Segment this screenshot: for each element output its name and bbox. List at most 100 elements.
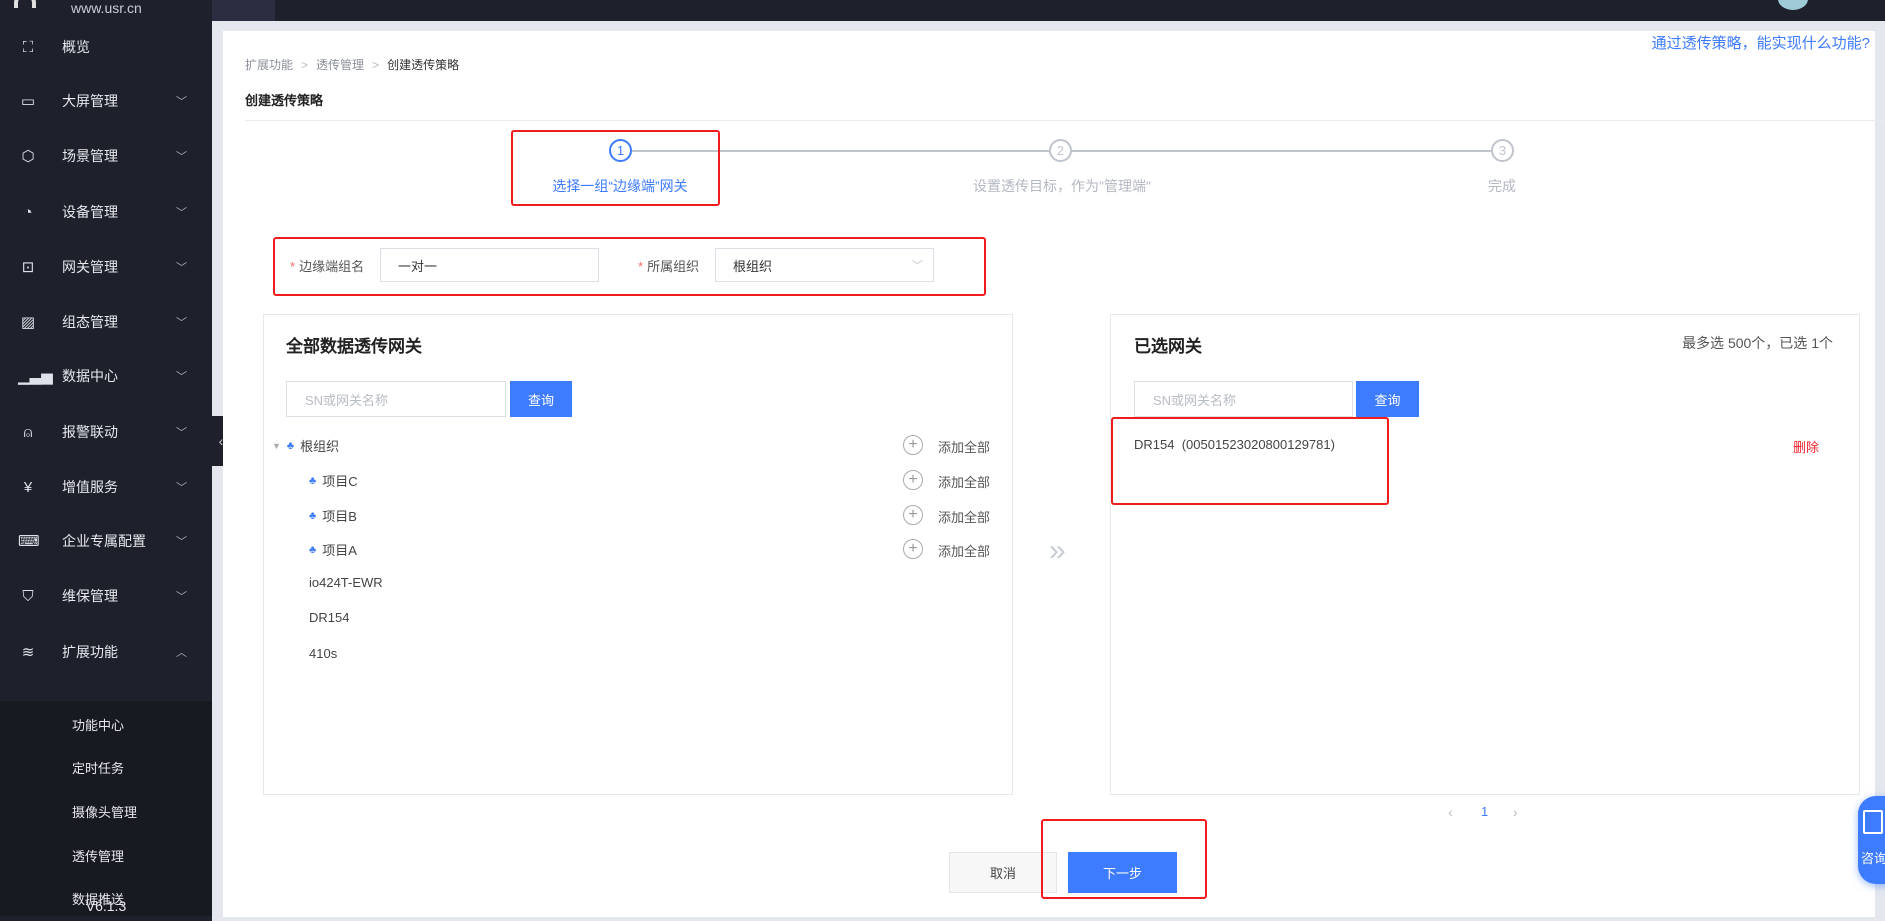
breadcrumb: 扩展功能 > 透传管理 > 创建透传策略 — [245, 56, 459, 73]
sidebar-item-config[interactable]: ▨ 组态管理 ﹀ — [0, 302, 212, 342]
breadcrumb-separator-icon: > — [372, 58, 380, 72]
org-select[interactable]: 根组织 ﹀ — [715, 248, 934, 282]
cube-icon: ⬡ — [21, 148, 35, 165]
selected-gateways-title: 已选网关 — [1134, 337, 1202, 356]
highlight-box — [511, 130, 720, 206]
chevron-down-icon: ﹀ — [176, 96, 187, 108]
add-all-button[interactable]: 添加全部 — [938, 437, 990, 456]
sidebar-item-enterprise[interactable]: ⌨ 企业专属配置 ﹀ — [0, 521, 212, 561]
breadcrumb-item[interactable]: 扩展功能 — [245, 58, 293, 72]
add-all-button[interactable]: 添加全部 — [938, 541, 990, 560]
image-icon: ▨ — [20, 314, 36, 331]
add-circle-icon[interactable]: + — [903, 539, 923, 559]
sidebar-item-scene[interactable]: ⬡ 场景管理 ﹀ — [0, 136, 212, 176]
overview-icon: ⛶ — [22, 38, 34, 56]
tree-node-org[interactable]: ♣ 项目C — [309, 471, 358, 490]
sidebar-item-extension[interactable]: ≋ 扩展功能 ︿ — [0, 632, 212, 672]
tree-node-org[interactable]: ♣ 项目B — [309, 506, 357, 525]
step-2-label: 设置透传目标，作为"管理端" — [973, 178, 1151, 194]
step-2-circle: 2 — [1049, 139, 1072, 162]
breadcrumb-item[interactable]: 透传管理 — [316, 58, 364, 72]
step-connector — [1071, 150, 1491, 152]
caret-down-icon: ▼ — [272, 440, 281, 451]
sidebar-item-overview[interactable]: ⛶ 概览 — [0, 27, 212, 67]
submenu-item-passthrough[interactable]: 透传管理 — [72, 846, 124, 865]
all-gateways-title: 全部数据透传网关 — [286, 337, 422, 356]
sidebar-item-maintenance[interactable]: ⛉ 维保管理 ﹀ — [0, 576, 212, 616]
sidebar-item-device[interactable]: ◔ 设备管理 ﹀ — [0, 192, 212, 232]
next-page-button[interactable]: › — [1513, 804, 1518, 820]
sidebar-item-alarm[interactable]: ⍝ 报警联动 ﹀ — [0, 412, 212, 452]
sidebar-item-value[interactable]: ¥ 增值服务 ﹀ — [0, 467, 212, 507]
top-bar-block — [212, 0, 275, 21]
group-name-label: * 边缘端组名 — [290, 259, 365, 274]
chevron-up-icon: ︿ — [176, 647, 187, 659]
document-icon — [1863, 810, 1883, 834]
layers-icon: ≋ — [21, 644, 35, 661]
submenu-item-scheduled-tasks[interactable]: 定时任务 — [72, 758, 124, 777]
chevron-down-icon: ﹀ — [176, 591, 187, 603]
user-avatar[interactable] — [1778, 0, 1808, 10]
add-circle-icon[interactable]: + — [903, 505, 923, 525]
chevron-down-icon: ﹀ — [176, 371, 187, 383]
chevron-down-icon: ﹀ — [176, 482, 187, 494]
left-search-input[interactable]: SN或网关名称 — [286, 381, 506, 417]
chevron-down-icon: ﹀ — [176, 536, 187, 548]
add-circle-icon[interactable]: + — [903, 470, 923, 490]
help-link[interactable]: 通过透传策略，能实现什么功能? — [1652, 32, 1870, 53]
chevron-down-icon: ﹀ — [176, 207, 187, 219]
group-name-input[interactable]: 一对一 — [380, 248, 599, 282]
add-all-button[interactable]: 添加全部 — [938, 507, 990, 526]
divider — [245, 120, 1885, 121]
add-all-button[interactable]: 添加全部 — [938, 472, 990, 491]
org-label: * 所属组织 — [638, 259, 700, 274]
version-label: V6.1.3 — [85, 898, 127, 914]
code-monitor-icon: ⌨ — [18, 533, 40, 550]
breadcrumb-separator-icon: > — [301, 58, 309, 72]
chevron-down-icon: ﹀ — [176, 262, 187, 274]
sidebar-item-screen[interactable]: ▭ 大屏管理 ﹀ — [0, 81, 212, 121]
shield-icon: ⛉ — [22, 587, 34, 605]
step-3-circle: 3 — [1491, 139, 1514, 162]
prev-page-button[interactable]: ‹ — [1448, 804, 1453, 820]
tree-node-gateway[interactable]: DR154 — [309, 610, 349, 625]
top-bar: www.usr.cn — [0, 0, 1885, 21]
monitor-icon: ▭ — [20, 93, 36, 110]
org-tree-icon: ♣ — [309, 474, 317, 487]
highlight-box — [1041, 819, 1207, 899]
page-number[interactable]: 1 — [1481, 804, 1488, 819]
selection-limit-text: 最多选 500个，已选 1个 — [1682, 335, 1833, 351]
right-search-button[interactable]: 查询 — [1356, 381, 1419, 417]
logo-icon — [14, 0, 36, 8]
org-tree-icon: ♣ — [309, 509, 317, 522]
submenu-item-camera[interactable]: 摄像头管理 — [72, 802, 137, 821]
submenu-extension: 功能中心 定时任务 摄像头管理 透传管理 数据推送 — [0, 701, 212, 916]
add-circle-icon[interactable]: + — [903, 435, 923, 455]
chevron-down-icon: ﹀ — [176, 427, 187, 439]
step-3-label: 完成 — [1488, 178, 1516, 194]
highlight-box — [1111, 417, 1389, 505]
transfer-arrow-icon: » — [1049, 534, 1066, 567]
delete-button[interactable]: 删除 — [1793, 437, 1819, 456]
sidebar-item-data[interactable]: ▁▃▅ 数据中心 ﹀ — [0, 356, 212, 396]
submenu-item-function-center[interactable]: 功能中心 — [72, 715, 124, 734]
consult-widget[interactable]: 咨询 — [1858, 796, 1885, 884]
org-tree-icon: ♣ — [286, 439, 295, 452]
tree-node-root[interactable]: ▼ ♣ 根组织 — [272, 436, 339, 455]
sidebar-item-gateway[interactable]: ⊡ 网关管理 ﹀ — [0, 247, 212, 287]
left-search-button[interactable]: 查询 — [510, 381, 572, 417]
breadcrumb-current: 创建透传策略 — [387, 58, 460, 72]
chevron-down-icon: ﹀ — [176, 151, 187, 163]
tree-node-gateway[interactable]: 410s — [309, 646, 337, 661]
chevron-down-icon: ﹀ — [912, 260, 923, 272]
right-search-input[interactable]: SN或网关名称 — [1134, 381, 1353, 417]
logo-url: www.usr.cn — [71, 0, 142, 16]
gateway-icon: ⊡ — [21, 259, 35, 276]
pie-icon: ◔ — [23, 203, 33, 221]
sidebar: ⛶ 概览 ▭ 大屏管理 ﹀ ⬡ 场景管理 ﹀ ◔ 设备管理 ﹀ ⊡ 网关管理 ﹀ ▨ 组态管理 ﹀ ▁… — [0, 21, 212, 921]
tree-node-gateway[interactable]: io424T-EWR — [309, 575, 383, 590]
org-tree-icon: ♣ — [309, 543, 317, 556]
tree-node-org[interactable]: ♣ 项目A — [309, 540, 357, 559]
yen-icon: ¥ — [23, 478, 33, 496]
chevron-down-icon: ﹀ — [176, 317, 187, 329]
